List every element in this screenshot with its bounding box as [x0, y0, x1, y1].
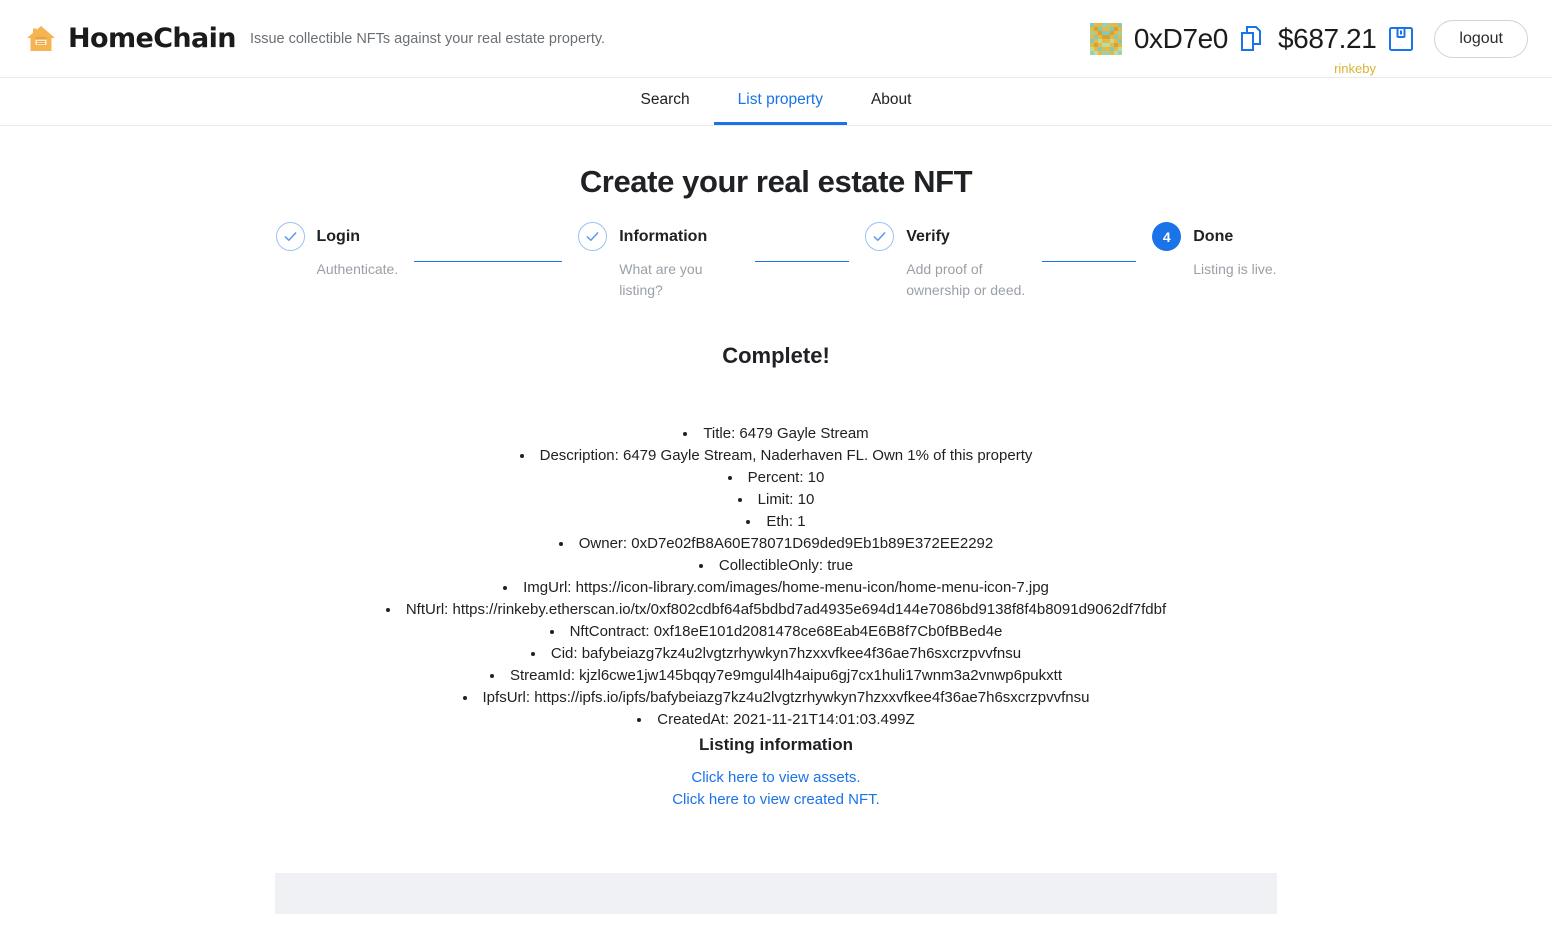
listing-links: Click here to view assets. Click here to…: [0, 767, 1552, 811]
main-nav: Search List property About: [0, 78, 1552, 126]
main-content: Create your real estate NFT Login Authen…: [0, 126, 1552, 811]
step-connector-1: [414, 260, 563, 263]
list-item: Limit: 10: [0, 489, 1552, 511]
listing-details-list: Title: 6479 Gayle Stream Description: 64…: [0, 423, 1552, 731]
list-item: CreatedAt: 2021-11-21T14:01:03.499Z: [0, 709, 1552, 731]
nav-item-about[interactable]: About: [847, 78, 936, 125]
step-login-desc: Authenticate.: [316, 261, 399, 277]
step-login-label: Login: [316, 227, 361, 245]
footer-placeholder-block: [275, 873, 1277, 914]
list-item: NftUrl: https://rinkeby.etherscan.io/tx/…: [0, 599, 1552, 621]
list-item: Description: 6479 Gayle Stream, Naderhav…: [0, 445, 1552, 467]
complete-heading: Complete!: [722, 343, 830, 368]
step-done-desc: Listing is live.: [1193, 261, 1277, 277]
step-login-status-icon: [275, 222, 305, 251]
step-done-label: Done: [1193, 227, 1234, 245]
save-icon[interactable]: [1386, 26, 1416, 52]
header-right: 0xD7e0 $687.21 rinkeby logout: [1089, 19, 1528, 76]
brand-name: HomeChain: [68, 23, 237, 54]
tagline: Issue collectible NFTs against your real…: [249, 30, 606, 47]
list-item: Owner: 0xD7e02fB8A60E78071D69ded9Eb1b89E…: [0, 533, 1552, 555]
step-information-label: Information: [619, 227, 708, 245]
page-title: Create your real estate NFT: [579, 164, 973, 199]
step-login[interactable]: Login Authenticate.: [275, 222, 399, 280]
brand[interactable]: HomeChain: [24, 22, 237, 56]
list-item: Eth: 1: [0, 511, 1552, 533]
list-item: StreamId: kjzl6cwe1jw145bqqy7e9mgul4lh4a…: [0, 665, 1552, 687]
step-verify-label: Verify: [906, 227, 950, 245]
copy-icon[interactable]: [1238, 25, 1264, 52]
app-header: HomeChain Issue collectible NFTs against…: [0, 0, 1552, 78]
house-icon: [24, 22, 58, 56]
step-verify[interactable]: Verify Add proof of ownership or deed.: [865, 222, 1026, 301]
step-information[interactable]: Information What are you listing?: [578, 222, 739, 301]
step-information-status-icon: [578, 222, 608, 251]
network-badge: rinkeby: [1334, 60, 1376, 76]
list-item: Percent: 10: [0, 467, 1552, 489]
step-verify-status-icon: [865, 222, 895, 251]
list-item: CollectibleOnly: true: [0, 555, 1552, 577]
list-item: Cid: bafybeiazg7kz4u2lvgtzrhywkyn7hzxxvf…: [0, 643, 1552, 665]
step-done-number: 4: [1152, 222, 1182, 251]
nav-item-list-property[interactable]: List property: [713, 78, 847, 125]
list-item: ImgUrl: https://icon-library.com/images/…: [0, 577, 1552, 599]
list-item: IpfsUrl: https://ipfs.io/ipfs/bafybeiazg…: [0, 687, 1552, 709]
stepper: Login Authenticate. Information What are…: [0, 222, 1552, 301]
logout-button[interactable]: logout: [1434, 19, 1528, 58]
list-item: Title: 6479 Gayle Stream: [0, 423, 1552, 445]
listing-information-heading: Listing information: [699, 735, 853, 754]
wallet-identicon: [1089, 22, 1122, 55]
step-information-desc: What are you listing?: [619, 261, 703, 298]
nav-item-search[interactable]: Search: [617, 78, 714, 125]
wallet-address[interactable]: 0xD7e0: [1134, 23, 1229, 55]
view-assets-link[interactable]: Click here to view assets.: [0, 767, 1552, 789]
step-connector-3: [1042, 260, 1137, 263]
step-connector-2: [755, 260, 850, 263]
step-verify-desc: Add proof of ownership or deed.: [906, 261, 1026, 298]
list-item: NftContract: 0xf18eE101d2081478ce68Eab4E…: [0, 621, 1552, 643]
app-root: HomeChain Issue collectible NFTs against…: [0, 0, 1552, 940]
view-created-nft-link[interactable]: Click here to view created NFT.: [0, 789, 1552, 811]
step-done[interactable]: 4 Done Listing is live.: [1152, 222, 1277, 280]
wallet-balance: $687.21: [1277, 22, 1377, 54]
